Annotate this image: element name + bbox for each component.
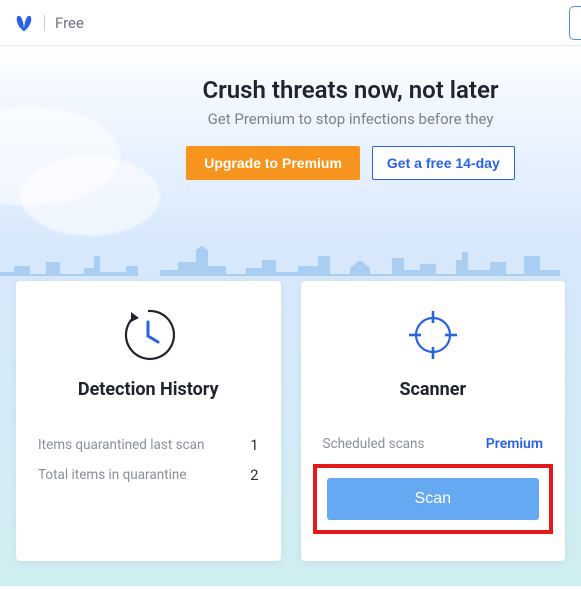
malwarebytes-logo-icon: [14, 13, 34, 33]
header-divider: [44, 15, 45, 31]
history-clock-icon: [38, 307, 259, 363]
stat-row: Scheduled scans Premium: [323, 436, 544, 452]
stat-value: 1: [250, 436, 258, 454]
scanner-card[interactable]: Scanner Scheduled scans Premium Scan: [301, 281, 566, 561]
card-title: Scanner: [323, 379, 544, 400]
stat-label: Items quarantined last scan: [38, 437, 204, 453]
app-header: Free: [0, 0, 581, 46]
upgrade-button[interactable]: Upgrade to Premium: [186, 146, 360, 180]
card-title: Detection History: [38, 379, 259, 400]
scan-highlight-box: Scan: [313, 464, 554, 534]
cards-section: Detection History Items quarantined last…: [0, 276, 581, 586]
scanner-crosshair-icon: [323, 307, 544, 363]
scan-button[interactable]: Scan: [327, 478, 540, 520]
hero-title: Crush threats now, not later: [120, 76, 581, 104]
detection-history-card[interactable]: Detection History Items quarantined last…: [16, 281, 281, 561]
stat-row: Items quarantined last scan 1: [38, 436, 259, 454]
header-cta-button[interactable]: [569, 6, 581, 40]
edition-label: Free: [55, 14, 84, 32]
premium-link[interactable]: Premium: [486, 436, 543, 452]
hero-banner: Crush threats now, not later Get Premium…: [0, 46, 581, 286]
stat-row: Total items in quarantine 2: [38, 466, 259, 484]
stat-label: Scheduled scans: [323, 436, 425, 452]
stat-value: 2: [250, 466, 258, 484]
free-trial-button[interactable]: Get a free 14-day: [372, 146, 515, 180]
hero-subtitle: Get Premium to stop infections before th…: [120, 110, 581, 128]
stat-label: Total items in quarantine: [38, 467, 186, 483]
